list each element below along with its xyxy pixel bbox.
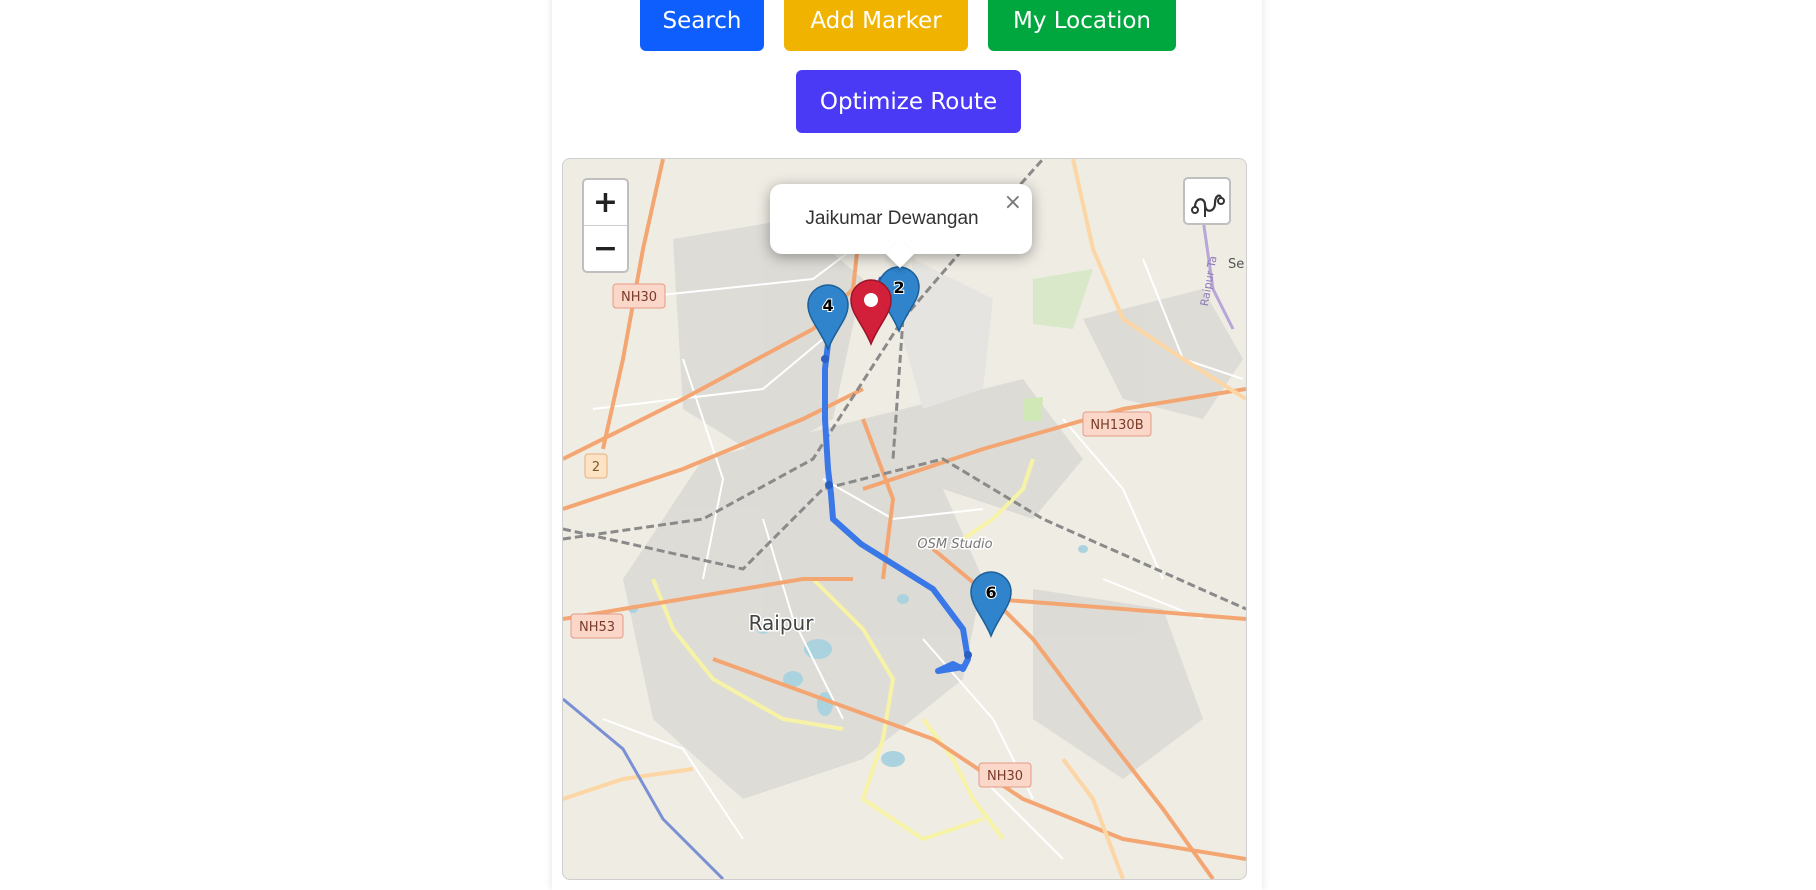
svg-text:NH130B: NH130B — [1090, 418, 1143, 433]
popup-close-button[interactable]: × — [1004, 190, 1022, 215]
zoom-control: + − — [582, 178, 629, 273]
svg-text:NH53: NH53 — [579, 620, 615, 635]
search-button[interactable]: Search — [640, 0, 764, 51]
road-shield-nh30-bottom: NH30 — [978, 762, 1032, 788]
map-tiles: NH30 NH130B 2 NH53 NH30 Raipur OSM Studi… — [563, 159, 1246, 879]
route-waypoint[interactable] — [964, 651, 972, 659]
road-shield-nh53: NH53 — [570, 613, 624, 639]
city-label: Raipur — [749, 611, 815, 635]
marker-popup: Jaikumar Dewangan × — [770, 184, 1032, 269]
my-location-button[interactable]: My Location — [988, 0, 1176, 51]
road-shield-nh30-top: NH30 — [612, 283, 666, 309]
marker-red[interactable] — [850, 279, 892, 347]
marker-number: 6 — [985, 583, 996, 602]
route-waypoint[interactable] — [825, 481, 833, 489]
svg-text:2: 2 — [592, 460, 600, 475]
route-waypoint[interactable] — [821, 355, 829, 363]
park-area — [1023, 397, 1043, 421]
popup-text: Jaikumar Dewangan — [805, 208, 979, 229]
place-label: Se — [1228, 257, 1244, 272]
marker-dot — [864, 293, 878, 307]
poi-label: OSM Studio — [917, 537, 992, 552]
add-marker-button[interactable]: Add Marker — [784, 0, 968, 51]
marker-number: 2 — [893, 278, 904, 297]
marker-number: 4 — [822, 296, 833, 315]
route-icon — [1191, 194, 1225, 217]
route-control-button[interactable] — [1183, 177, 1231, 225]
waterway-label: Raipur Ta — [1198, 255, 1220, 307]
zoom-in-button[interactable]: + — [584, 180, 627, 226]
road-shield-nh130b: NH130B — [1082, 411, 1152, 437]
optimize-route-button[interactable]: Optimize Route — [796, 70, 1021, 133]
marker-6[interactable]: 6 — [970, 571, 1012, 639]
svg-text:NH30: NH30 — [621, 290, 657, 305]
road-shield-2: 2 — [584, 453, 608, 479]
svg-text:NH30: NH30 — [987, 769, 1023, 784]
zoom-out-button[interactable]: − — [584, 226, 627, 271]
map-container[interactable]: NH30 NH130B 2 NH53 NH30 Raipur OSM Studi… — [562, 158, 1247, 880]
